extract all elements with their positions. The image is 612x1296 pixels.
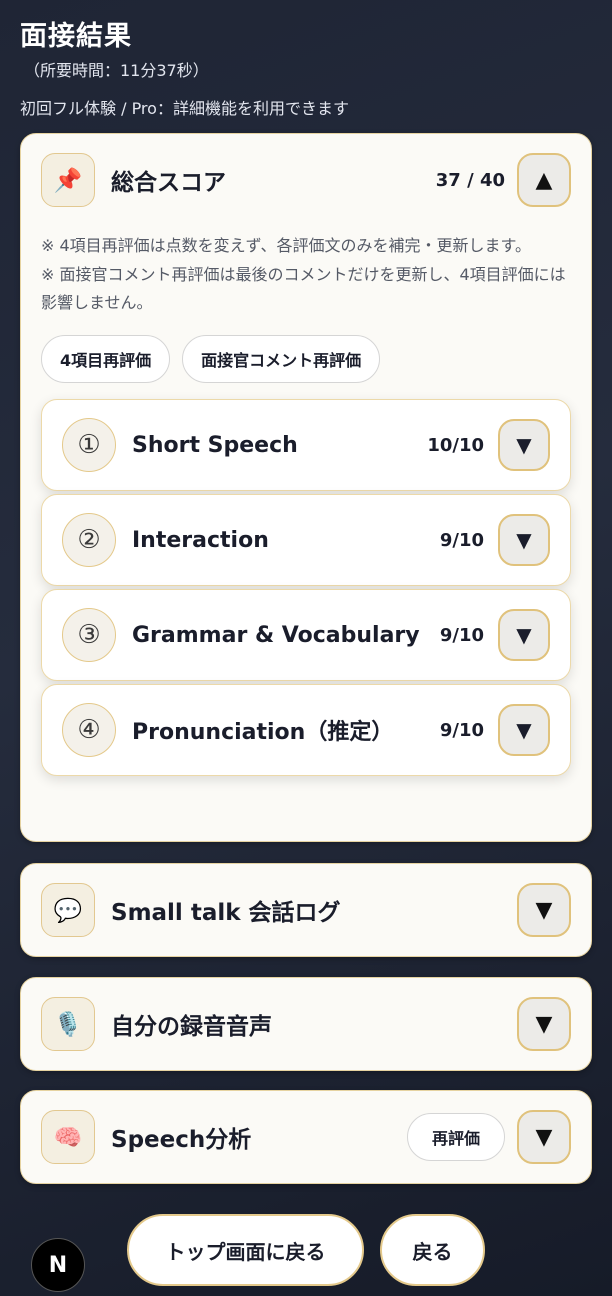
expand-button[interactable]: ▼ xyxy=(498,514,550,566)
note-item-rescore: ※ 4項目再評価は点数を変えず、各評価文のみを補完・更新します。 xyxy=(41,236,531,255)
recording-header[interactable]: 🎙️ 自分の録音音声 ▼ xyxy=(21,978,591,1070)
pushpin-icon: 📌 xyxy=(41,153,95,207)
speech-analysis-header[interactable]: 🧠 Speech分析 再評価 ▼ xyxy=(21,1091,591,1183)
expand-button[interactable]: ▼ xyxy=(498,419,550,471)
recording-card[interactable]: 🎙️ 自分の録音音声 ▼ xyxy=(20,977,592,1071)
criteria-title: Interaction xyxy=(132,527,269,553)
small-talk-log-card[interactable]: 💬 Small talk 会話ログ ▼ xyxy=(20,863,592,957)
criteria-title: Short Speech xyxy=(132,432,298,458)
number-three-icon: ③ xyxy=(62,608,116,662)
criteria-item-short-speech[interactable]: ① Short Speech 10/10 ▼ xyxy=(41,399,571,491)
criteria-item-interaction[interactable]: ② Interaction 9/10 ▼ xyxy=(41,494,571,586)
speech-rescore-button[interactable]: 再評価 xyxy=(407,1113,505,1161)
expand-button[interactable]: ▼ xyxy=(517,997,571,1051)
back-to-top-button[interactable]: トップ画面に戻る xyxy=(127,1214,364,1286)
expand-button[interactable]: ▼ xyxy=(517,883,571,937)
overall-score-value: 37 / 40 xyxy=(435,169,505,191)
microphone-icon: 🎙️ xyxy=(41,997,95,1051)
expand-button[interactable]: ▼ xyxy=(517,1110,571,1164)
note-item-comment: ※ 面接官コメント再評価は最後のコメントだけを更新し、4項目評価には影響しません… xyxy=(41,265,566,312)
number-one-icon: ① xyxy=(62,418,116,472)
criteria-item-grammar[interactable]: ③ Grammar & Vocabulary 9/10 ▼ xyxy=(41,589,571,681)
back-button[interactable]: 戻る xyxy=(380,1214,485,1286)
criteria-score: 9/10 xyxy=(439,624,484,646)
section-title: Speech分析 xyxy=(111,1127,252,1153)
rescore-actions: 4項目再評価 面接官コメント再評価 xyxy=(21,335,591,383)
brain-icon: 🧠 xyxy=(41,1110,95,1164)
number-four-icon: ④ xyxy=(62,703,116,757)
collapse-button[interactable]: ▲ xyxy=(517,153,571,207)
speech-analysis-card[interactable]: 🧠 Speech分析 再評価 ▼ xyxy=(20,1090,592,1184)
page-header: 面接結果 （所要時間：11分37秒） 初回フル体験 / Pro：詳細機能を利用で… xyxy=(20,14,349,119)
expand-button[interactable]: ▼ xyxy=(498,609,550,661)
criteria-title: Pronunciation（推定） xyxy=(132,720,394,745)
nextjs-logo-icon[interactable]: N xyxy=(31,1238,85,1292)
small-talk-log-header[interactable]: 💬 Small talk 会話ログ ▼ xyxy=(21,864,591,956)
speech-bubble-icon: 💬 xyxy=(41,883,95,937)
criteria-score: 10/10 xyxy=(427,434,484,456)
number-two-icon: ② xyxy=(62,513,116,567)
page-title: 面接結果 xyxy=(20,21,132,52)
section-title: 自分の録音音声 xyxy=(111,1014,272,1040)
overall-score-title: 総合スコア xyxy=(111,170,226,196)
duration-text: （所要時間：11分37秒） xyxy=(24,61,209,80)
criteria-title: Grammar & Vocabulary xyxy=(132,622,420,648)
overall-score-header[interactable]: 📌 総合スコア 37 / 40 ▲ xyxy=(21,134,591,226)
criteria-score: 9/10 xyxy=(439,719,484,741)
criteria-score: 9/10 xyxy=(439,529,484,551)
rescore-notes: ※ 4項目再評価は点数を変えず、各評価文のみを補完・更新します。 ※ 面接官コメ… xyxy=(21,232,591,317)
rescore-comment-button[interactable]: 面接官コメント再評価 xyxy=(182,335,381,383)
criteria-list: ① Short Speech 10/10 ▼ ② Interaction 9/1… xyxy=(21,399,591,776)
section-title: Small talk 会話ログ xyxy=(111,900,341,926)
overall-score-card: 📌 総合スコア 37 / 40 ▲ ※ 4項目再評価は点数を変えず、各評価文のみ… xyxy=(20,133,592,842)
expand-button[interactable]: ▼ xyxy=(498,704,550,756)
rescore-items-button[interactable]: 4項目再評価 xyxy=(41,335,171,383)
plan-status: 初回フル体験 / Pro：詳細機能を利用できます xyxy=(20,99,349,118)
criteria-item-pronunciation[interactable]: ④ Pronunciation（推定） 9/10 ▼ xyxy=(41,684,571,776)
